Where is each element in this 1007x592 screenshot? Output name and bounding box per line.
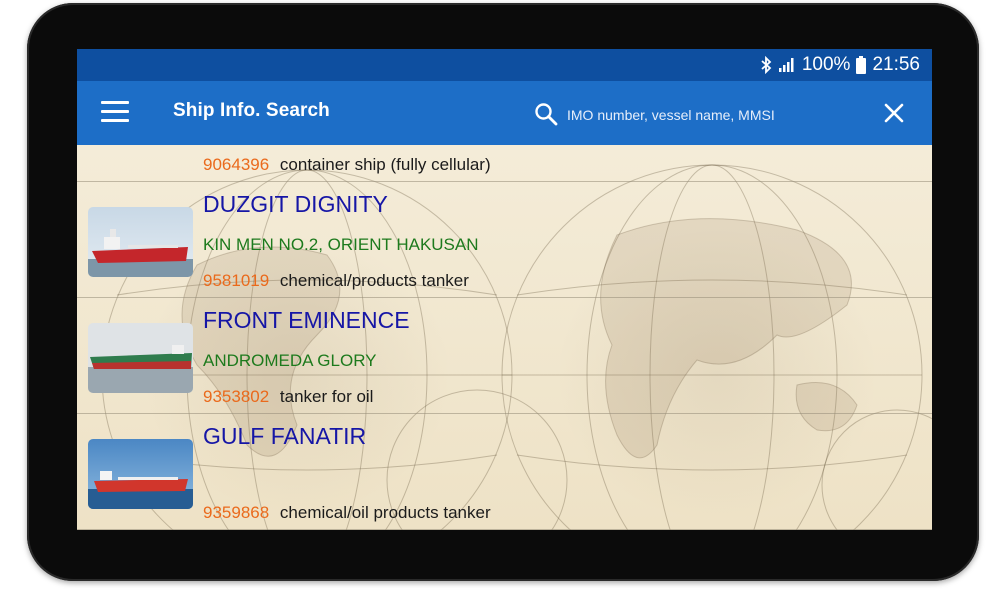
search-input[interactable] (565, 101, 869, 129)
imo-number: 9581019 (203, 271, 270, 290)
close-icon[interactable] (882, 101, 906, 130)
vessel-name: FRONT EMINENCE (203, 307, 410, 333)
bluetooth-icon (760, 56, 772, 74)
ship-photo (88, 207, 193, 277)
ship-details: 9353802 tanker for oil (203, 387, 373, 407)
imo-number: 9353802 (203, 387, 270, 406)
search-results-list[interactable]: 9064396 container ship (fully cellular) (77, 145, 932, 530)
ship-details: 9581019 chemical/products tanker (203, 271, 469, 291)
ship-photo (88, 323, 193, 393)
search-icon[interactable] (534, 102, 558, 131)
ship-type: chemical/oil products tanker (279, 503, 491, 522)
imo-number: 9064396 (203, 155, 270, 174)
ship-details: 9359868 chemical/oil products tanker (203, 503, 491, 523)
status-indicators: 100% 21:56 (760, 49, 920, 81)
ship-details: 9064396 container ship (fully cellular) (203, 155, 491, 175)
app-bar: Ship Info. Search (77, 81, 932, 145)
list-item[interactable]: FRONT EMINENCE ANDROMEDA GLORY 9353802 t… (77, 297, 932, 414)
list-item[interactable]: DUZGIT DIGNITY KIN MEN NO.2, ORIENT HAKU… (77, 181, 932, 298)
imo-number: 9359868 (203, 503, 270, 522)
ship-type: tanker for oil (279, 387, 374, 406)
list-item[interactable]: GULF FANATIR 9359868 chemical/oil produc… (77, 413, 932, 530)
vessel-former-names: KIN MEN NO.2, ORIENT HAKUSAN (203, 235, 479, 254)
vessel-name: DUZGIT DIGNITY (203, 191, 388, 217)
vessel-former-names: ANDROMEDA GLORY (203, 351, 377, 370)
vessel-name: GULF FANATIR (203, 423, 367, 449)
clock: 21:56 (872, 54, 920, 75)
status-bar: 100% 21:56 (77, 49, 932, 81)
page-title: Ship Info. Search (173, 100, 330, 121)
hamburger-icon (101, 101, 129, 122)
ship-type: container ship (fully cellular) (279, 155, 491, 174)
battery-percent: 100% (801, 54, 851, 75)
app-screen: 100% 21:56 Ship Info. Search IMO number,… (77, 49, 932, 530)
ship-photo (88, 439, 193, 509)
ship-type: chemical/products tanker (279, 271, 469, 290)
battery-icon (856, 56, 867, 74)
menu-button[interactable] (101, 101, 129, 125)
list-item[interactable]: 9064396 container ship (fully cellular) (77, 145, 932, 182)
signal-icon (778, 57, 796, 73)
